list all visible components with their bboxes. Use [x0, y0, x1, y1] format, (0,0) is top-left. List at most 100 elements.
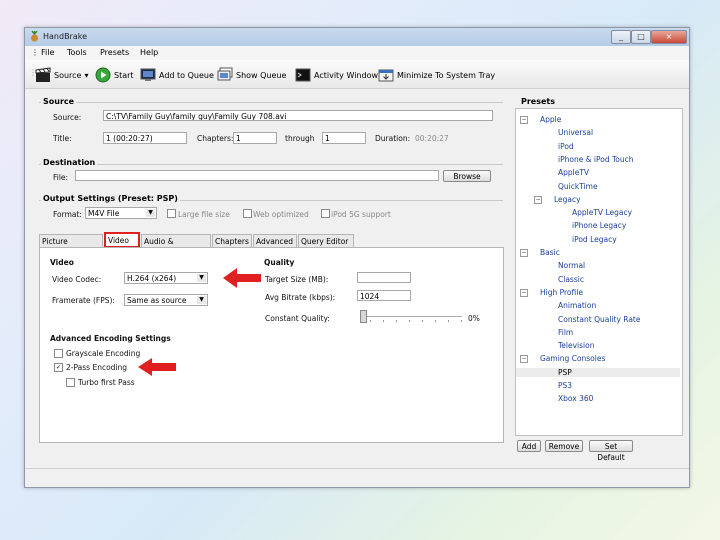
quality-slider-track[interactable] — [362, 316, 462, 317]
source-path-field[interactable]: C:\TV\Family Guy\family guy\Family Guy 7… — [103, 110, 493, 121]
preset-item[interactable]: High Profile — [540, 288, 583, 297]
tab-query-editor[interactable]: Query Editor — [298, 234, 354, 247]
preset-item[interactable]: Film — [558, 328, 573, 337]
preset-item[interactable]: Gaming Consoles — [540, 354, 605, 363]
preset-item[interactable]: iPod — [558, 142, 574, 151]
show-queue-button[interactable]: Show Queue — [217, 66, 286, 84]
tab-advanced[interactable]: Advanced — [253, 234, 297, 247]
browse-button[interactable]: Browse — [443, 170, 491, 182]
menu-grip-icon: ⋮ — [31, 48, 39, 57]
video-codec-label: Video Codec: — [52, 275, 102, 284]
constant-quality-value: 0% — [468, 314, 480, 323]
menu-presets[interactable]: Presets — [100, 48, 129, 57]
output-group-title: Output Settings (Preset: PSP) — [41, 194, 180, 203]
chapter-end-value: 1 — [325, 134, 330, 143]
preset-item[interactable]: Xbox 360 — [558, 394, 593, 403]
chapter-end-select[interactable]: 1 — [322, 132, 366, 144]
turbo-first-pass-label: Turbo first Pass — [78, 378, 135, 387]
tab-picture-settings[interactable]: Picture Settings — [39, 234, 103, 259]
menu-bar: ⋮ File Tools Presets Help — [25, 46, 689, 60]
two-pass-checkbox[interactable]: ✓ — [54, 363, 63, 372]
window-title: HandBrake — [43, 32, 88, 41]
web-optimized-checkbox[interactable] — [243, 209, 252, 218]
advanced-encoding-title: Advanced Encoding Settings — [50, 334, 171, 343]
preset-item[interactable]: AppleTV Legacy — [572, 208, 632, 217]
maximize-button[interactable]: □ — [631, 30, 651, 44]
format-select[interactable]: M4V File ▼ — [85, 207, 157, 219]
avg-bitrate-field[interactable]: 1024 — [357, 290, 411, 301]
preset-item[interactable]: Television — [558, 341, 594, 350]
set-default-button[interactable]: Set Default — [589, 440, 633, 462]
presets-tree[interactable]: − Apple Universal iPod iPhone & iPod Touch Ap… — [515, 108, 683, 436]
target-size-field[interactable] — [357, 272, 411, 283]
add-preset-button[interactable]: Add — [517, 440, 541, 452]
menu-help[interactable]: Help — [140, 48, 158, 57]
preset-item[interactable]: iPod Legacy — [572, 235, 617, 244]
status-bar — [25, 468, 689, 487]
source-button[interactable]: Source ▾ — [35, 66, 89, 84]
preset-item[interactable]: Basic — [540, 248, 560, 257]
preset-item[interactable]: Constant Quality Rate — [558, 315, 640, 324]
preset-item[interactable]: iPhone & iPod Touch — [558, 155, 634, 164]
preset-item[interactable]: Normal — [558, 261, 585, 270]
preset-item[interactable]: QuickTime — [558, 182, 598, 191]
grayscale-label: Grayscale Encoding — [66, 349, 141, 358]
tree-expander-icon[interactable]: − — [520, 355, 528, 364]
presets-title: Presets — [519, 97, 558, 106]
tab-video[interactable]: Video — [104, 232, 140, 248]
web-optimized-label: Web optimized — [253, 210, 309, 219]
video-codec-select[interactable]: H.264 (x264) ▼ — [124, 272, 208, 284]
clapperboard-icon — [35, 67, 51, 82]
grayscale-checkbox[interactable] — [54, 349, 63, 358]
activity-window-button[interactable]: Activity Window — [295, 66, 378, 84]
preset-item[interactable]: Animation — [558, 301, 596, 310]
video-codec-value: H.264 (x264) — [127, 274, 177, 283]
add-to-queue-button[interactable]: Add to Queue — [140, 66, 214, 84]
format-select-value: M4V File — [88, 209, 120, 218]
preset-item[interactable]: iPhone Legacy — [572, 221, 626, 230]
preset-item[interactable]: Apple — [540, 115, 561, 124]
avg-bitrate-label: Avg Bitrate (kbps): — [265, 293, 336, 302]
start-button[interactable]: Start — [95, 66, 134, 84]
through-label: through — [285, 134, 315, 143]
tab-chapters[interactable]: Chapters — [212, 234, 252, 247]
preset-item[interactable]: AppleTV — [558, 168, 589, 177]
tree-expander-icon[interactable]: − — [534, 195, 542, 204]
tray-icon — [378, 69, 394, 82]
ipod-5g-checkbox[interactable] — [321, 209, 330, 218]
preset-item[interactable]: Legacy — [554, 195, 581, 204]
tab-audio-subtitles[interactable]: Audio & Subtitles — [141, 234, 211, 259]
duration-label: Duration: — [375, 134, 411, 143]
tree-expander-icon[interactable]: − — [520, 288, 528, 297]
remove-preset-button[interactable]: Remove — [545, 440, 583, 452]
title-select[interactable]: 1 (00:20:27) — [103, 132, 187, 144]
chapter-start-select[interactable]: 1 — [233, 132, 277, 144]
minimize-button[interactable]: _ — [611, 30, 631, 44]
minimize-tray-button[interactable]: Minimize To System Tray — [378, 66, 495, 84]
play-icon — [95, 67, 111, 83]
menu-tools[interactable]: Tools — [67, 48, 87, 57]
source-group-title: Source — [41, 97, 77, 106]
turbo-first-pass-checkbox[interactable] — [66, 378, 75, 387]
preset-item[interactable]: Universal — [558, 128, 593, 137]
framerate-label: Framerate (FPS): — [52, 296, 115, 305]
preset-item[interactable]: Classic — [558, 275, 584, 284]
framerate-select[interactable]: Same as source ▼ — [124, 294, 208, 306]
close-button[interactable]: × — [651, 30, 687, 44]
add-queue-icon — [140, 68, 156, 81]
video-section-title: Video — [50, 258, 74, 267]
constant-quality-label: Constant Quality: — [265, 314, 330, 323]
two-pass-label: 2-Pass Encoding — [66, 363, 128, 372]
tree-expander-icon[interactable]: − — [520, 116, 528, 124]
menu-file[interactable]: File — [41, 48, 54, 57]
preset-item[interactable]: PSP — [516, 367, 680, 377]
red-arrow-icon — [223, 268, 261, 288]
large-file-checkbox[interactable] — [167, 209, 176, 218]
framerate-value: Same as source — [127, 296, 187, 305]
preset-item[interactable]: PS3 — [558, 381, 572, 390]
minimize-tray-label: Minimize To System Tray — [397, 70, 496, 80]
quality-slider-thumb[interactable] — [360, 310, 367, 323]
pineapple-icon — [31, 31, 38, 42]
destination-file-field[interactable] — [75, 170, 439, 181]
tree-expander-icon[interactable]: − — [520, 249, 528, 257]
